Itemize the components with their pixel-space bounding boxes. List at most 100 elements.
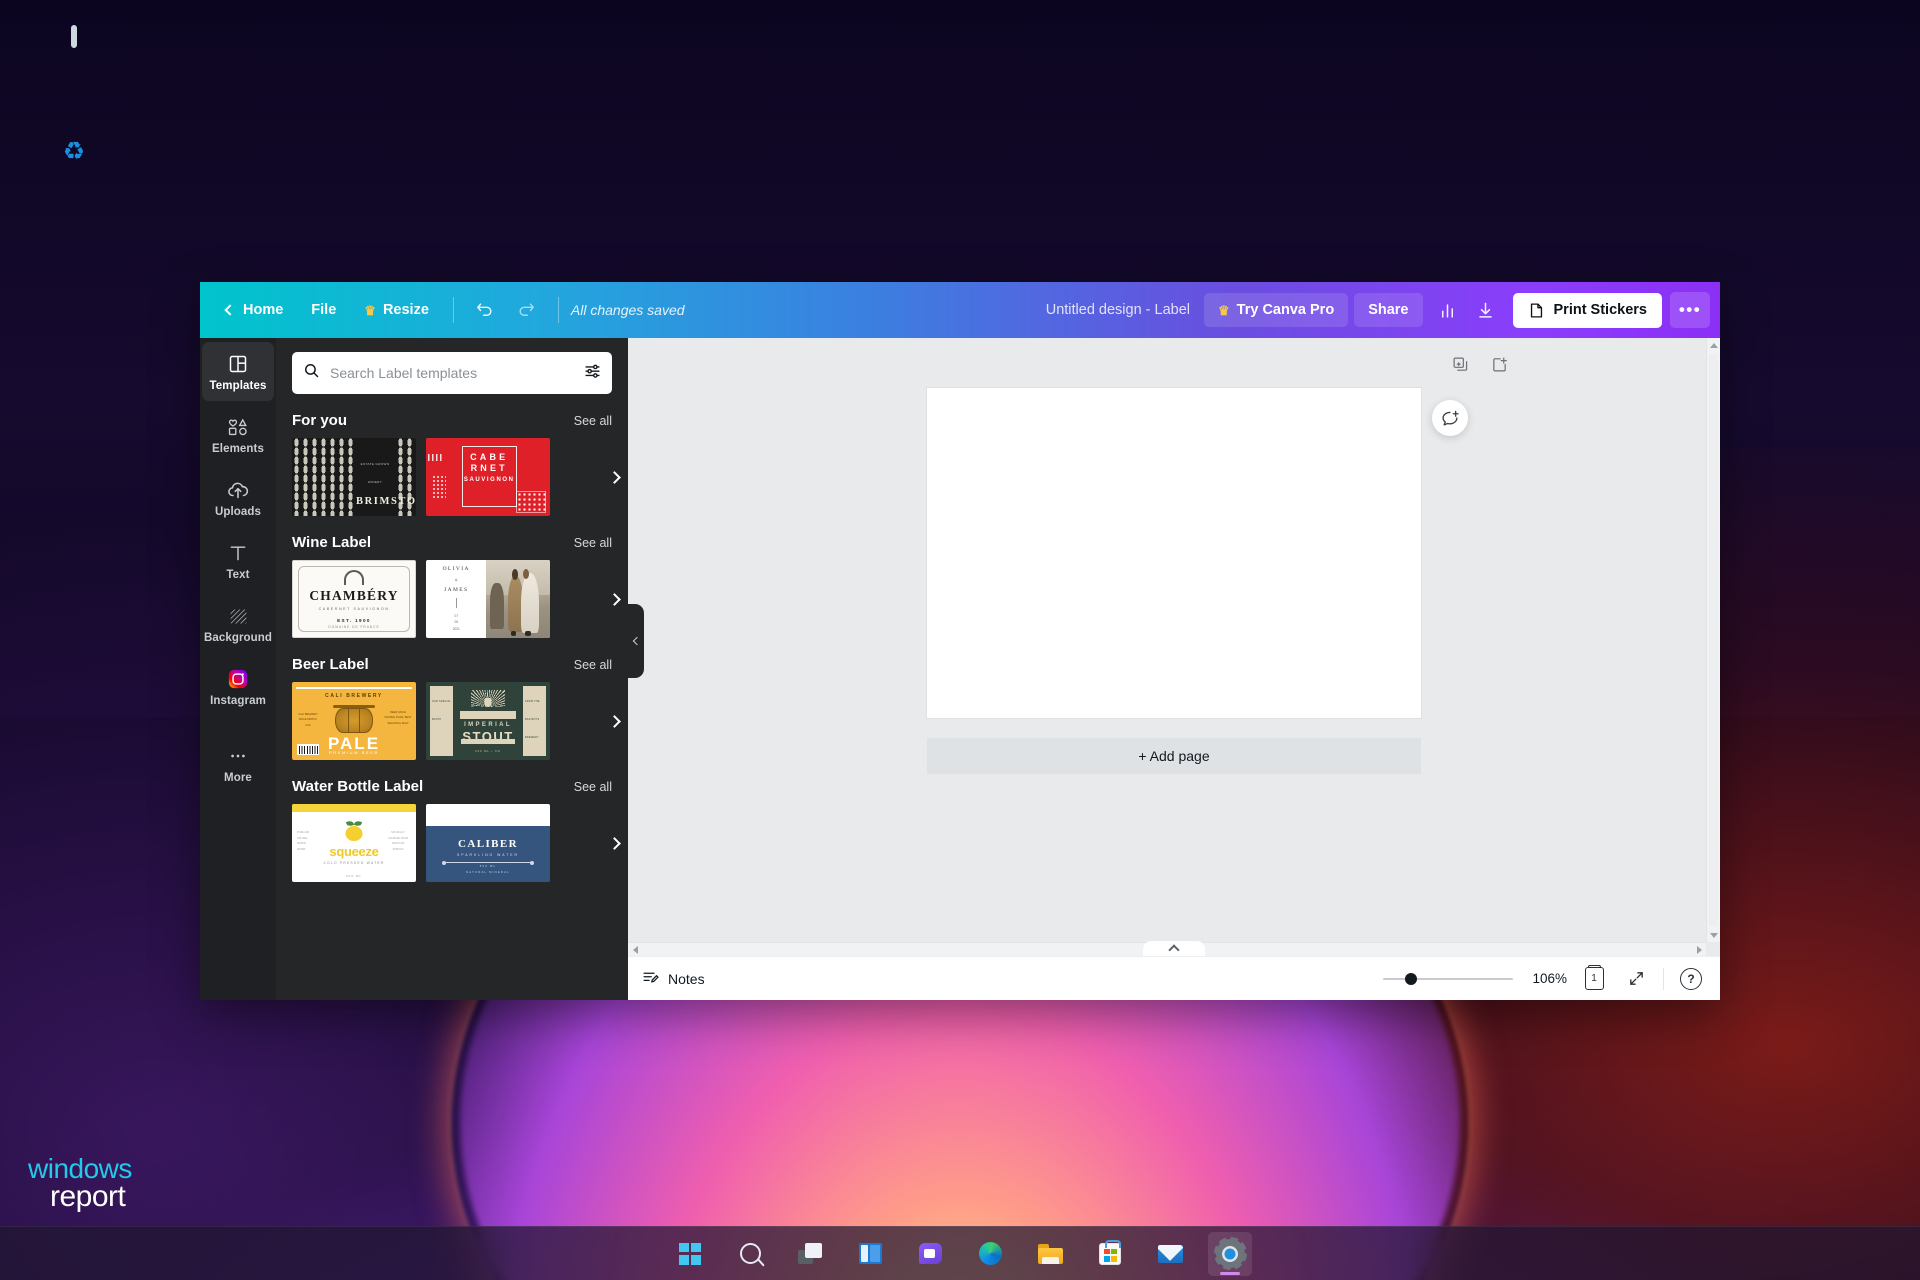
try-canva-pro-button[interactable]: ♛ Try Canva Pro: [1204, 293, 1349, 327]
watermark-line1: windows: [28, 1153, 132, 1185]
save-status: All changes saved: [570, 302, 685, 318]
design-page[interactable]: [927, 388, 1421, 718]
chambery-est2: DOMAINE DE FRANCE: [328, 624, 380, 629]
see-all-link[interactable]: See all: [574, 414, 612, 428]
sidebar-item-uploads[interactable]: Uploads: [202, 468, 274, 527]
share-label: Share: [1368, 302, 1409, 318]
share-button[interactable]: Share: [1354, 293, 1423, 327]
mail-icon: [1157, 1244, 1183, 1263]
chambery-title: CHAMBÉRY: [309, 587, 399, 603]
pale-right-text: BEER SINCE DOUBLE FOAM, BEST SEASONAL MA…: [384, 711, 412, 725]
template-imperial-stout[interactable]: OUR SPECIAL BATCH IMPERIAL STOUT 330 ML …: [426, 682, 550, 760]
template-cabernet[interactable]: CABE RNET SAUVIGNON: [426, 438, 550, 516]
left-rail: Templates Elements Uploads Text Backgrou…: [200, 338, 276, 1000]
duplicate-page-icon[interactable]: [1452, 356, 1469, 378]
widgets-icon: [858, 1243, 882, 1264]
carousel-next-wine[interactable]: [602, 587, 626, 611]
stout-left-text: OUR SPECIAL BATCH: [432, 700, 452, 721]
add-page-icon[interactable]: [1491, 356, 1508, 378]
add-comment-button[interactable]: [1432, 400, 1468, 436]
redo-button[interactable]: [508, 293, 546, 327]
collapse-panel-button[interactable]: [628, 604, 644, 678]
notes-button[interactable]: Notes: [642, 969, 705, 989]
squeeze-sub: COLD PRESSED WATER: [323, 861, 385, 865]
search-button[interactable]: [728, 1232, 772, 1276]
add-page-label: + Add page: [1138, 748, 1210, 764]
widgets-button[interactable]: [848, 1232, 892, 1276]
template-brimstone[interactable]: ESTATE GROWN WINERY BRIMSTONE WINE OF TH…: [292, 438, 416, 516]
file-menu-button[interactable]: File: [299, 294, 348, 326]
brimstone-title: BRIMSTONE: [356, 496, 416, 507]
section-title: Water Bottle Label: [292, 778, 424, 795]
mail-button[interactable]: [1148, 1232, 1192, 1276]
pale-left-text: CALI BREWERY SINCE MMXVII, USA: [298, 713, 318, 727]
sidebar-item-label: Instagram: [210, 695, 266, 707]
see-all-link[interactable]: See all: [574, 658, 612, 672]
toolbar-divider: [452, 297, 454, 323]
add-page-button[interactable]: + Add page: [927, 738, 1421, 774]
template-pale[interactable]: CALI BREWERY CALI BREWERY SINCE MMXVII, …: [292, 682, 416, 760]
store-icon: [1099, 1239, 1121, 1265]
carousel-next-beer[interactable]: [602, 709, 626, 733]
task-view-button[interactable]: [788, 1232, 832, 1276]
zoom-slider[interactable]: [1383, 970, 1513, 988]
scroll-up-arrow[interactable]: [1707, 338, 1720, 352]
stout-foot: 330 ML • 6%: [475, 750, 501, 753]
carousel-next-water[interactable]: [602, 831, 626, 855]
see-all-link[interactable]: See all: [574, 536, 612, 550]
edge-icon: [978, 1242, 1002, 1265]
sidebar-item-templates[interactable]: Templates: [202, 342, 274, 401]
resize-button[interactable]: ♛ Resize: [352, 294, 441, 326]
watermark-line2: report: [50, 1180, 126, 1214]
carousel-next-for-you[interactable]: [602, 465, 626, 489]
zoom-value[interactable]: 106%: [1525, 971, 1567, 986]
canvas-scroll-region[interactable]: + Add page: [628, 338, 1720, 956]
scroll-right-arrow[interactable]: [1692, 943, 1706, 956]
fullscreen-button[interactable]: [1621, 964, 1651, 994]
page-count-button[interactable]: 1: [1579, 964, 1609, 994]
download-button[interactable]: [1467, 293, 1505, 327]
zoom-slider-knob[interactable]: [1405, 972, 1417, 985]
vertical-scroll-thumb[interactable]: [1709, 354, 1718, 926]
desktop-icon-this-pc[interactable]: [26, 25, 122, 48]
vertical-scrollbar[interactable]: [1706, 338, 1720, 942]
search-input[interactable]: [330, 365, 574, 381]
settings-button[interactable]: [1208, 1231, 1252, 1276]
scroll-left-arrow[interactable]: [628, 943, 642, 956]
template-olivia-james[interactable]: OLIVIA & JAMES 07 05 2021: [426, 560, 550, 638]
task-view-icon: [798, 1243, 822, 1264]
insights-button[interactable]: [1429, 293, 1467, 327]
section-water-bottle-label: Water Bottle Label See all PURE AND NATU…: [292, 778, 621, 882]
document-title[interactable]: Untitled design - Label: [1046, 302, 1190, 318]
scroll-down-arrow[interactable]: [1707, 928, 1720, 942]
sidebar-item-background[interactable]: Background: [202, 594, 274, 653]
help-button[interactable]: ?: [1676, 964, 1706, 994]
search-bar[interactable]: [292, 352, 612, 394]
template-squeeze[interactable]: PURE AND NATURAL SPRING WATER NATURALLY …: [292, 804, 416, 882]
help-label: ?: [1687, 971, 1695, 986]
microsoft-store-button[interactable]: [1088, 1232, 1132, 1276]
cabernet-line3: SAUVIGNON: [463, 476, 515, 483]
search-icon: [739, 1243, 761, 1264]
sidebar-item-elements[interactable]: Elements: [202, 405, 274, 464]
chat-button[interactable]: [908, 1232, 952, 1276]
file-explorer-button[interactable]: [1028, 1232, 1072, 1276]
sidebar-item-label: Uploads: [214, 506, 262, 518]
sidebar-item-instagram[interactable]: Instagram: [202, 657, 274, 716]
home-button[interactable]: Home: [214, 294, 295, 326]
expand-panel-handle[interactable]: [1143, 941, 1205, 956]
caliber-sub: SPARKLING WATER: [457, 853, 519, 857]
template-caliber[interactable]: CALIBER SPARKLING WATER 500 ML NATURAL M…: [426, 804, 550, 882]
start-button[interactable]: [668, 1232, 712, 1276]
section-title: Wine Label: [292, 534, 372, 551]
edge-button[interactable]: [968, 1232, 1012, 1276]
sidebar-item-more[interactable]: More: [202, 734, 274, 793]
more-options-button[interactable]: •••: [1670, 292, 1710, 328]
sidebar-item-text[interactable]: Text: [202, 531, 274, 590]
sidebar-item-label: Text: [226, 569, 250, 581]
filter-icon[interactable]: [584, 362, 601, 384]
template-chambery[interactable]: CHAMBÉRY CABERNET SAUVIGNON EST. 1900 DO…: [292, 560, 416, 638]
undo-button[interactable]: [466, 293, 504, 327]
see-all-link[interactable]: See all: [574, 780, 612, 794]
print-stickers-button[interactable]: Print Stickers: [1512, 292, 1662, 328]
